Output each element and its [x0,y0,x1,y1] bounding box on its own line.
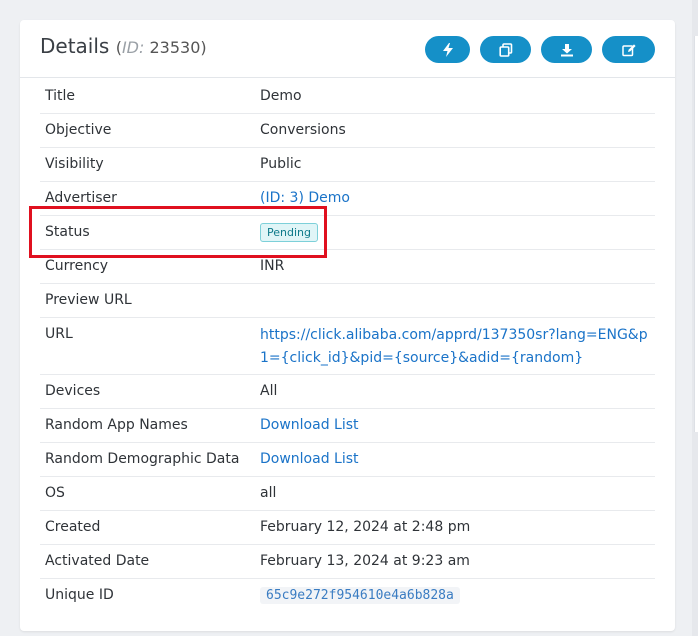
row-label: Random App Names [45,417,188,433]
row-label: Devices [45,383,101,399]
record-id: (ID: 23530) [116,38,207,57]
card-header: Details (ID: 23530) [20,20,675,78]
status-badge: Pending [260,223,318,242]
row-value: Public [260,156,302,172]
adjacent-card-edge [694,36,698,432]
row-value: February 12, 2024 at 2:48 pm [260,519,471,535]
row-url: URL https://click.alibaba.com/apprd/1373… [40,318,655,375]
duplicate-button[interactable] [480,36,531,63]
edit-icon [621,43,636,56]
row-label: Objective [45,122,112,138]
row-value: INR [260,258,285,274]
row-label: Random Demographic Data [45,451,240,467]
quick-action-button[interactable] [425,36,470,63]
bolt-icon [442,42,453,57]
row-title: Title Demo [40,80,655,114]
row-label: Preview URL [45,292,132,308]
card-title-text: Details [40,34,110,58]
advertiser-link[interactable]: (ID: 3) Demo [260,190,350,206]
row-devices: Devices All [40,375,655,409]
row-created: Created February 12, 2024 at 2:48 pm [40,511,655,545]
row-label: Title [45,88,76,104]
row-visibility: Visibility Public [40,148,655,182]
unique-id-code: 65c9e272f954610e4a6b828a [260,587,460,604]
row-random-app-names: Random App Names Download List [40,409,655,443]
row-label: Visibility [45,156,104,172]
row-value: Pending [260,223,318,243]
id-label: ID: [121,38,145,57]
row-unique-id: Unique ID 65c9e272f954610e4a6b828a [40,579,655,612]
header-actions [425,36,655,63]
row-label: Currency [45,258,109,274]
id-value: 23530 [149,38,201,57]
card-title: Details (ID: 23530) [40,34,207,58]
row-label: Status [45,224,90,240]
download-icon [560,43,573,56]
details-list: Title Demo Objective Conversions Visibil… [40,80,655,612]
row-status: Status Pending [40,216,655,250]
row-value: Conversions [260,122,346,138]
row-value: February 13, 2024 at 9:23 am [260,553,470,569]
row-label: Unique ID [45,587,114,603]
row-activated-date: Activated Date February 13, 2024 at 9:23… [40,545,655,579]
tracking-url-link[interactable]: https://click.alibaba.com/apprd/137350sr… [260,324,655,370]
edit-button[interactable] [602,36,655,63]
row-value: All [260,383,278,399]
row-label: URL [45,326,73,342]
row-value: all [260,485,277,501]
row-random-demographic-data: Random Demographic Data Download List [40,443,655,477]
row-value: 65c9e272f954610e4a6b828a [260,587,460,604]
details-card: Details (ID: 23530) Title Demo Objective [20,20,675,631]
row-currency: Currency INR [40,250,655,284]
row-objective: Objective Conversions [40,114,655,148]
app-names-download-link[interactable]: Download List [260,417,359,433]
download-button[interactable] [541,36,592,63]
demographic-download-link[interactable]: Download List [260,451,359,467]
row-advertiser: Advertiser (ID: 3) Demo [40,182,655,216]
row-os: OS all [40,477,655,511]
row-preview-url: Preview URL [40,284,655,318]
copy-icon [498,42,512,57]
row-value: Demo [260,88,302,104]
id-close-paren: ) [200,38,207,57]
row-label: Created [45,519,101,535]
row-label: OS [45,485,65,501]
row-label: Activated Date [45,553,150,569]
row-label: Advertiser [45,190,117,206]
